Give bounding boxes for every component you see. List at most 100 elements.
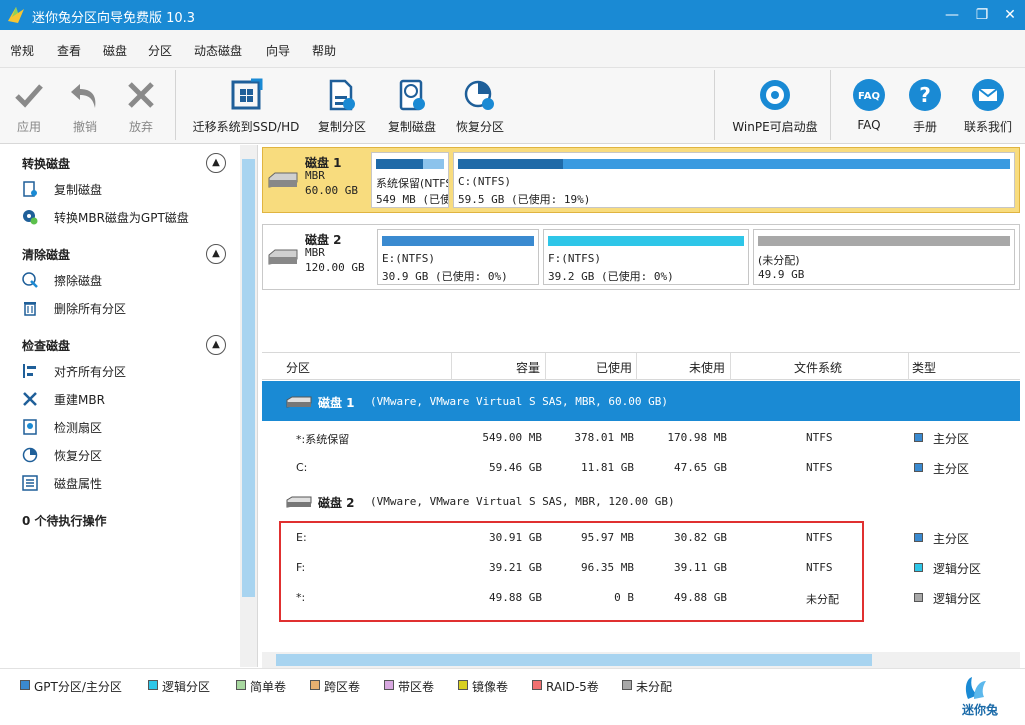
help-question-icon: ? [909, 79, 941, 111]
disk-group-name: 磁盘 1 [318, 396, 355, 410]
title-bar: 迷你兔分区向导免费版 10.3 — ❐ ✕ [0, 0, 1025, 30]
table-disk-1-row[interactable]: 磁盘 1 (VMware, VMware Virtual S SAS, MBR,… [262, 381, 1020, 421]
toolbar-separator [830, 70, 831, 140]
collapse-check-disk-button[interactable]: ▲ [206, 335, 226, 355]
cell-type: 主分区 [933, 432, 970, 446]
checkmark-icon [15, 84, 43, 108]
col-used[interactable]: 已使用 [596, 359, 632, 376]
col-capacity[interactable]: 容量 [516, 359, 540, 376]
section-title-convert-disk: 转换磁盘 [22, 157, 71, 171]
col-filesystem[interactable]: 文件系统 [794, 359, 842, 376]
col-partition[interactable]: 分区 [286, 359, 310, 376]
disk-type: MBR [305, 246, 325, 259]
close-button[interactable]: ✕ [995, 4, 1025, 26]
menu-bar: 常规 查看 磁盘 分区 动态磁盘 向导 帮助 [0, 30, 1025, 68]
section-title-clean-disk: 清除磁盘 [22, 248, 71, 262]
faq-button[interactable]: FAQ FAQ [846, 68, 892, 144]
cell-used: 378.01 MB [574, 431, 634, 444]
manual-button[interactable]: ? 手册 [902, 68, 948, 144]
partition-block-f[interactable]: F:(NTFS) 39.2 GB (已使用: 0%) [543, 229, 749, 285]
type-swatch [914, 563, 923, 572]
undo-button[interactable]: 撤销 [62, 68, 108, 144]
wrench-icon [23, 392, 37, 406]
cell-unused: 47.65 GB [674, 461, 727, 474]
cell-filesystem: NTFS [806, 461, 833, 474]
partition-table-header: 分区 容量 已使用 未使用 文件系统 类型 [262, 352, 1020, 380]
usage-bar [376, 159, 444, 169]
maximize-button[interactable]: ❐ [967, 4, 997, 26]
col-divider [451, 353, 452, 380]
legend-swatch [20, 680, 30, 690]
disk-group-info: (VMware, VMware Virtual S SAS, MBR, 60.0… [370, 395, 669, 408]
trash-icon [24, 302, 36, 316]
cell-type: 主分区 [933, 532, 970, 546]
col-type[interactable]: 类型 [912, 359, 936, 376]
menu-dynamic-disk[interactable]: 动态磁盘 [194, 42, 242, 59]
left-pane-scrollbar[interactable] [240, 145, 257, 667]
disk-map-disk-2[interactable]: 磁盘 2 MBR 120.00 GB E:(NTFS) 30.9 GB (已使用… [262, 224, 1020, 290]
usage-bar [382, 236, 534, 246]
winpe-bootable-button[interactable]: WinPE可启动盘 [728, 68, 822, 144]
legend-swatch [458, 680, 468, 690]
recover-partition-icon [22, 447, 38, 463]
type-swatch [914, 533, 923, 542]
disk-type: MBR [305, 169, 325, 182]
left-pane-scroll-thumb[interactable] [242, 159, 255, 597]
disk-group-name: 磁盘 2 [318, 496, 355, 510]
legend-swatch [310, 680, 320, 690]
copy-disk-button[interactable]: 复制磁盘 [382, 68, 442, 144]
highlight-box [279, 521, 864, 622]
menu-disk[interactable]: 磁盘 [103, 42, 127, 59]
col-divider [908, 353, 909, 380]
app-logo-icon [8, 7, 24, 23]
align-icon [23, 364, 36, 378]
faq-icon: FAQ [853, 79, 885, 111]
minimize-button[interactable]: — [937, 4, 967, 26]
wipe-disk-icon [22, 272, 38, 288]
migrate-os-icon [231, 78, 263, 110]
menu-general[interactable]: 常规 [10, 42, 34, 59]
apply-button[interactable]: 应用 [8, 68, 50, 144]
menu-wizard[interactable]: 向导 [266, 42, 290, 59]
mail-icon [972, 79, 1004, 111]
svg-text:?: ? [919, 83, 931, 107]
table-row[interactable]: C: 59.46 GB 11.81 GB 47.65 GB NTFS 主分区 [262, 453, 1020, 483]
recover-partition-button[interactable]: 恢复分区 [450, 68, 510, 144]
table-horizontal-scrollbar[interactable] [262, 652, 1020, 668]
legend-swatch [532, 680, 542, 690]
cell-unused: 170.98 MB [667, 431, 727, 444]
type-swatch [914, 593, 923, 602]
toolbar-separator [175, 70, 176, 140]
action-panel: 转换磁盘 ▲ 复制磁盘 转换MBR磁盘为GPT磁盘 清除磁盘 ▲ 擦除磁盘 删除… [0, 145, 258, 667]
surface-test-icon [23, 419, 37, 435]
copy-partition-button[interactable]: 复制分区 [312, 68, 372, 144]
collapse-clean-disk-button[interactable]: ▲ [206, 244, 226, 264]
disk-group-info: (VMware, VMware Virtual S SAS, MBR, 120.… [370, 495, 675, 508]
partition-block-unallocated[interactable]: (未分配) 49.9 GB [753, 229, 1015, 285]
brand-logo: 迷你兔 [958, 673, 1018, 721]
toolbar: 应用 撤销 放弃 迁移系统到SSD/HD 复制分区 复制磁盘 恢复分区 WinP… [0, 68, 1025, 144]
cell-type: 逻辑分区 [933, 562, 982, 576]
menu-view[interactable]: 查看 [57, 42, 81, 59]
legend-swatch [622, 680, 632, 690]
table-row[interactable]: *:系统保留 549.00 MB 378.01 MB 170.98 MB NTF… [262, 423, 1020, 453]
col-unused[interactable]: 未使用 [689, 359, 725, 376]
contact-us-button[interactable]: 联系我们 [958, 68, 1018, 144]
partition-block-system-reserved[interactable]: 系统保留(NTFS) 549 MB (已使用: 68%) [371, 152, 449, 208]
hard-disk-icon [268, 172, 298, 188]
close-x-icon [128, 82, 154, 108]
table-disk-2-row[interactable]: 磁盘 2 (VMware, VMware Virtual S SAS, MBR,… [262, 481, 1020, 521]
disk-map-disk-1[interactable]: 磁盘 1 MBR 60.00 GB 系统保留(NTFS) 549 MB (已使用… [262, 147, 1020, 213]
menu-help[interactable]: 帮助 [312, 42, 336, 59]
migrate-os-button[interactable]: 迁移系统到SSD/HD [190, 68, 302, 144]
collapse-convert-disk-button[interactable]: ▲ [206, 153, 226, 173]
partition-block-e[interactable]: E:(NTFS) 30.9 GB (已使用: 0%) [377, 229, 539, 285]
svg-text:FAQ: FAQ [858, 91, 880, 102]
disk-size: 60.00 GB [305, 184, 358, 197]
table-scroll-thumb[interactable] [276, 654, 872, 666]
menu-partition[interactable]: 分区 [148, 42, 172, 59]
discard-button[interactable]: 放弃 [118, 68, 164, 144]
partition-block-c[interactable]: C:(NTFS) 59.5 GB (已使用: 19%) [453, 152, 1015, 208]
copy-disk-icon [399, 79, 425, 111]
legend-bar: GPT分区/主分区 逻辑分区 简单卷 跨区卷 带区卷 镜像卷 RAID-5卷 未… [0, 668, 1025, 725]
